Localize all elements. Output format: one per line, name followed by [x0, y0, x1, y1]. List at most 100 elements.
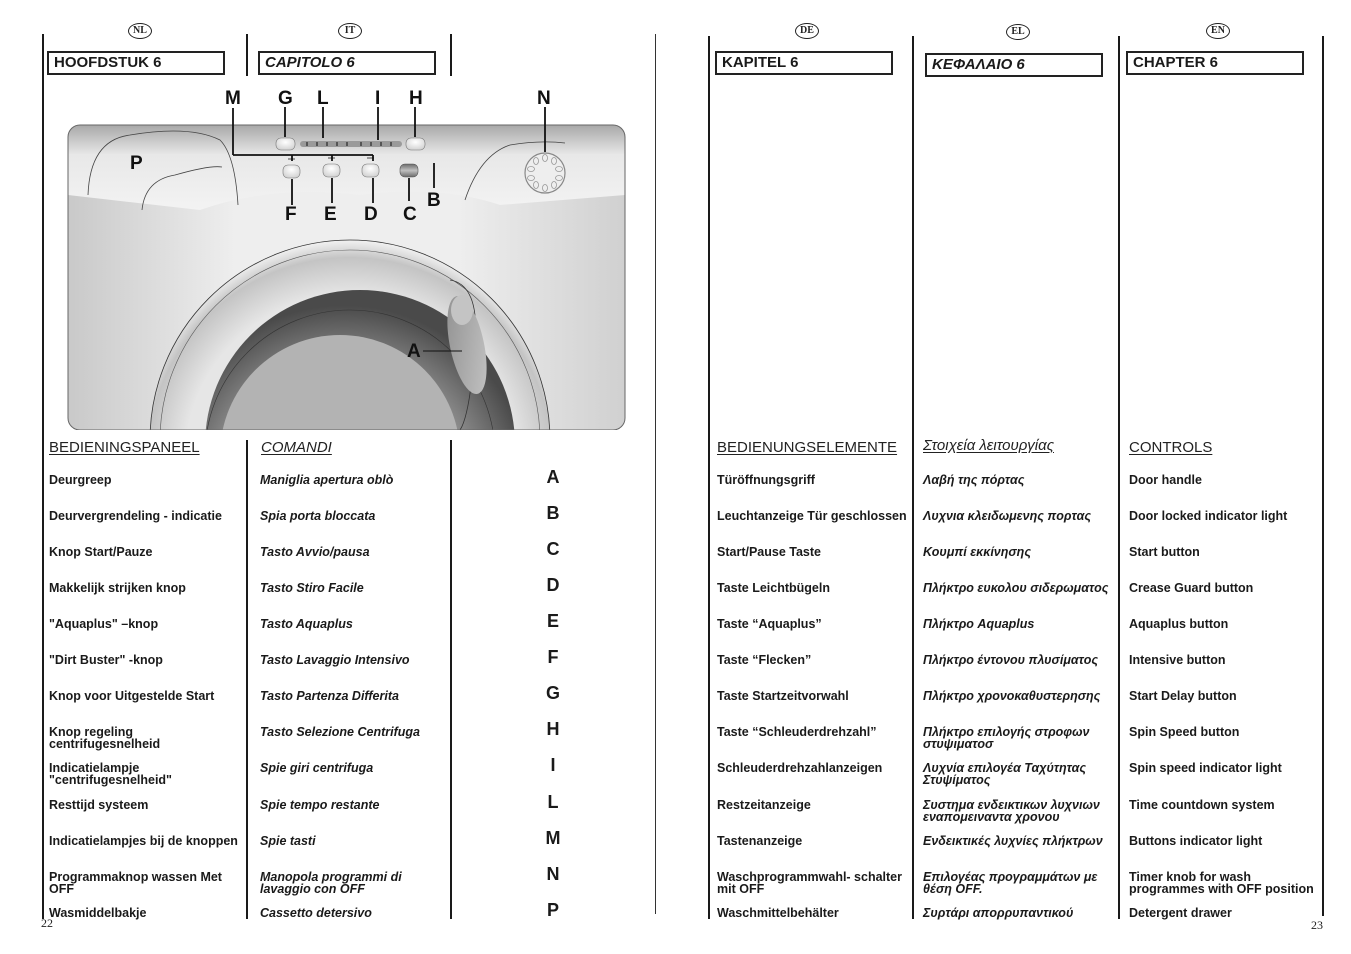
list-item: Συρτάρι απορρυπαντικού	[923, 906, 1074, 920]
page-edge-rule	[655, 34, 656, 914]
diagram-label-d: D	[364, 204, 378, 225]
diagram-label-e: E	[324, 204, 337, 225]
list-item: Time countdown system	[1129, 798, 1275, 812]
list-item: Cassetto detersivo	[260, 906, 372, 920]
diagram-label-b: B	[427, 190, 441, 211]
column-rule	[1322, 36, 1324, 916]
list-item: Deurvergrendeling - indicatie	[49, 509, 222, 523]
list-item: Knop regeling centrifugesnelheid	[49, 725, 161, 751]
diagram-label-m: M	[225, 88, 241, 109]
list-item: Tasto Stiro Facile	[260, 581, 364, 595]
crease-guard-button-shape	[361, 163, 380, 178]
diagram-label-p: P	[130, 153, 143, 174]
list-item: Συστημα ενδεικτικων λυχνιων εναπομειναντ…	[923, 798, 1100, 824]
reference-letter: C	[546, 539, 560, 559]
reference-letter: B	[546, 503, 560, 523]
list-item: Indicatielampjes bij de knoppen	[49, 834, 238, 848]
list-item: Ενδεικτικές λυχνίες πλήκτρων	[923, 834, 1103, 848]
chapter-title-it: CAPITOLO 6	[258, 51, 436, 75]
list-item: Spin speed indicator light	[1129, 761, 1282, 775]
section-title-it: COMANDI	[261, 439, 332, 456]
diagram-label-f: F	[285, 204, 297, 225]
list-item: Λυχνία επιλογέα Ταχύτητας Στυψίματος	[923, 761, 1087, 787]
section-title-nl: BEDIENINGSPANEEL	[49, 439, 200, 456]
list-item: Πλήκτρο έντονου πλυσίματος	[923, 653, 1099, 667]
list-item: Λυχνια κλειδωμενης πορτας	[923, 509, 1091, 523]
page-number-left: 22	[41, 916, 53, 930]
list-item: Waschprogrammwahl- schalter mit OFF	[717, 870, 903, 896]
reference-letter: L	[547, 792, 559, 812]
diagram-label-g: G	[278, 88, 293, 109]
list-item: Spie giri centrifuga	[260, 761, 374, 775]
diagram-label-c: C	[403, 204, 417, 225]
list-item: Spie tasti	[260, 834, 316, 848]
list-item: Tastenanzeige	[717, 834, 803, 848]
reference-letter: E	[546, 611, 559, 631]
list-item: Deurgreep	[49, 473, 112, 487]
list-item: Indicatielampje "centrifugesnelheid"	[49, 761, 172, 787]
reference-letter: H	[546, 719, 560, 739]
list-item: Intensive button	[1129, 653, 1226, 667]
list-item: Programmaknop wassen Met OFF	[49, 870, 222, 896]
list-item: Tasto Partenza Differita	[260, 689, 399, 703]
list-item: Tasto Selezione Centrifuga	[260, 725, 420, 739]
diagram-label-a: A	[407, 341, 421, 362]
list-item: Tasto Avvio/pausa	[260, 545, 370, 559]
list-item: Türöffnungsgriff	[717, 473, 815, 487]
list-item: Resttijd systeem	[49, 798, 149, 812]
list-item: Taste Leichtbügeln	[717, 581, 830, 595]
chapter-title-en: CHAPTER 6	[1126, 51, 1304, 75]
column-rule	[42, 34, 44, 919]
list-item: Λαβή της πόρτας	[923, 473, 1025, 487]
section-title-de: BEDIENUNGSELEMENTE	[717, 439, 898, 456]
reference-letter: M	[545, 828, 561, 848]
column-rule	[708, 36, 710, 919]
list-item: Maniglia apertura oblò	[260, 473, 394, 487]
programme-knob	[524, 152, 566, 194]
list-item: Timer knob for wash programmes with OFF …	[1129, 870, 1314, 896]
reference-letter: A	[546, 467, 560, 487]
column-rule	[246, 440, 248, 919]
page-number-right: 23	[1311, 918, 1323, 932]
reference-letter: P	[546, 900, 559, 920]
chapter-title-el: ΚΕΦΑΛΑΙΟ 6	[925, 53, 1103, 77]
list-item: Πλήκτρο Aquaplus	[923, 617, 1035, 631]
list-item: Spia porta bloccata	[260, 509, 376, 523]
section-title-el: Στοιχεία λειτουργίας	[923, 437, 1054, 454]
reference-letter: G	[545, 683, 560, 703]
column-rule	[1118, 36, 1120, 919]
column-rule	[246, 34, 248, 76]
reference-letter: N	[546, 864, 560, 884]
door-handle-knob	[451, 295, 473, 325]
control-panel-diagram	[67, 107, 626, 430]
lang-badge-el: EL	[1006, 24, 1030, 40]
lang-badge-en: EN	[1206, 23, 1230, 39]
section-title-en: CONTROLS	[1129, 439, 1213, 456]
list-item: Door locked indicator light	[1129, 509, 1288, 523]
list-item: Κουμπί εκκίνησης	[923, 545, 1031, 559]
column-rule	[450, 440, 452, 919]
list-item: Spie tempo restante	[260, 798, 380, 812]
lang-badge-de: DE	[795, 23, 819, 39]
list-item: Leuchtanzeige Tür geschlossen	[717, 509, 907, 523]
lang-badge-nl: NL	[128, 23, 152, 39]
delay-start-button-shape	[275, 137, 296, 151]
list-item: Πλήκτρο ευκολου σιδερωματος	[923, 581, 1109, 595]
diagram-label-i: I	[375, 88, 381, 109]
list-item: Restzeitanzeige	[717, 798, 811, 812]
list-item: Makkelijk strijken knop	[49, 581, 186, 595]
list-item: Πλήκτρο επιλογής στροφων στυψιματοσ	[923, 725, 1090, 751]
list-item: Manopola programmi di lavaggio con OFF	[260, 870, 402, 896]
reference-letter: D	[546, 575, 560, 595]
list-item: Waschmittelbehälter	[717, 906, 839, 920]
chapter-title-de: KAPITEL 6	[715, 51, 893, 75]
dirt-buster-button-shape	[282, 164, 301, 179]
list-item: Schleuderdrehzahlanzeigen	[717, 761, 883, 775]
list-item: Detergent drawer	[1129, 906, 1232, 920]
reference-letter: F	[547, 647, 559, 667]
list-item: Wasmiddelbakje	[49, 906, 147, 920]
list-item: Taste “Aquaplus”	[717, 617, 822, 631]
spin-speed-button-shape	[405, 137, 426, 151]
list-item: Πλήκτρο χρονοκαθυστερησης	[923, 689, 1101, 703]
list-item: Buttons indicator light	[1129, 834, 1263, 848]
